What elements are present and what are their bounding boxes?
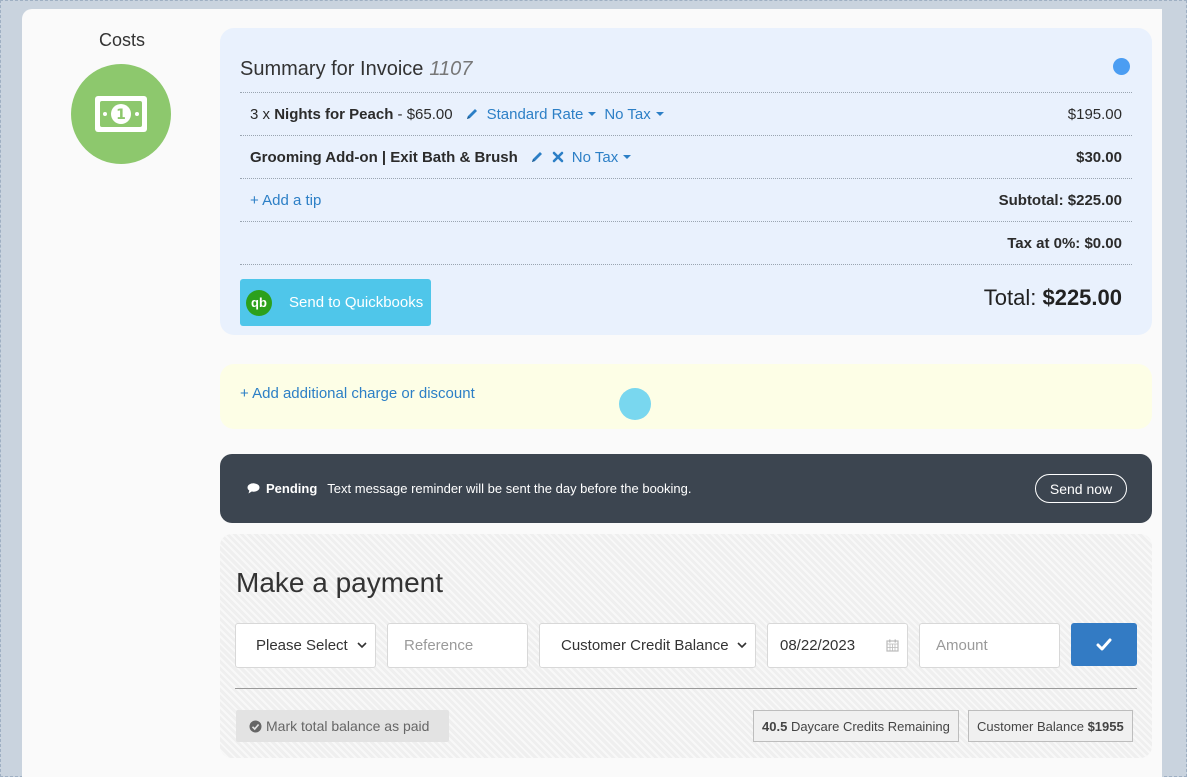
tax-dropdown[interactable]: No Tax <box>571 148 632 166</box>
add-tip-link[interactable]: + Add a tip <box>240 192 321 209</box>
line1-qty: 3 x <box>250 105 271 123</box>
summary-title-text: Summary for Invoice <box>240 58 424 80</box>
comment-icon <box>247 483 260 494</box>
line2-name: Grooming Add-on | Exit Bath & Brush <box>250 148 518 166</box>
svg-text:1: 1 <box>116 107 126 123</box>
chevron-down-icon <box>357 642 367 649</box>
line-item-nights: 3 x Nights for Peach - $65.00 Standard R… <box>240 92 1132 135</box>
tax-dropdown[interactable]: No Tax <box>604 105 664 123</box>
checkmark-icon <box>1096 638 1112 651</box>
rate-dropdown[interactable]: Standard Rate <box>487 106 597 123</box>
summary-title: Summary for Invoice 1107 <box>240 58 472 81</box>
send-to-quickbooks-button[interactable]: qb Send to Quickbooks <box>240 279 431 326</box>
invoice-total: Total: $225.00 <box>984 285 1122 311</box>
payment-method-value: Please Select <box>256 637 348 654</box>
calendar-icon <box>886 639 899 652</box>
remove-x-icon[interactable] <box>552 151 564 163</box>
caret-down-icon <box>588 112 597 116</box>
add-charge-link[interactable]: + Add additional charge or discount <box>240 385 475 402</box>
payment-source-value: Customer Credit Balance <box>561 637 729 654</box>
submit-payment-button[interactable] <box>1071 623 1137 666</box>
line2-amount: $30.00 <box>1076 148 1122 166</box>
payment-source-select[interactable]: Customer Credit Balance <box>539 623 756 668</box>
pending-message: Text message reminder will be sent the d… <box>327 481 692 496</box>
invoice-page: Costs 1 Summary for Invoice 1107 3 x Nigh… <box>22 9 1162 777</box>
reference-placeholder: Reference <box>404 637 474 654</box>
amount-input[interactable]: Amount <box>919 623 1060 668</box>
pending-label: Pending <box>266 481 318 496</box>
invoice-summary-card: Summary for Invoice 1107 3 x Nights for P… <box>220 28 1152 335</box>
rate-dropdown-label: Standard Rate <box>486 105 584 123</box>
send-now-button[interactable]: Send now <box>1035 474 1127 503</box>
costs-title: Costs <box>98 30 145 50</box>
edit-pencil-icon[interactable] <box>465 107 479 121</box>
payment-title: Make a payment <box>236 567 443 598</box>
chevron-down-icon <box>737 642 747 649</box>
credits-value: 40.5 <box>762 718 788 734</box>
customer-balance-badge: Customer Balance $1955 <box>968 710 1133 742</box>
status-dot <box>1113 58 1130 75</box>
payment-method-select[interactable]: Please Select <box>235 623 376 668</box>
quickbooks-logo-icon: qb <box>246 289 272 316</box>
cursor-indicator <box>619 388 651 420</box>
check-circle-icon <box>249 720 262 733</box>
payment-divider <box>235 688 1137 689</box>
payment-date-value: 08/22/2023 <box>780 637 856 654</box>
total-label: Total: <box>983 285 1037 310</box>
tax-row: Tax at 0%: $0.00 <box>240 221 1132 264</box>
payment-panel: Make a payment Please Select Reference C… <box>220 534 1152 758</box>
line1-amount: $195.00 <box>1067 105 1122 123</box>
quickbooks-button-label: Send to Quickbooks <box>289 294 424 311</box>
subtotal: Subtotal: $225.00 <box>998 191 1122 209</box>
mark-paid-button[interactable]: Mark total balance as paid <box>236 710 449 742</box>
summary-divider <box>240 264 1132 265</box>
money-bill-icon: 1 <box>71 64 171 164</box>
tax-dropdown-label: No Tax <box>571 148 619 166</box>
edit-pencil-icon[interactable] <box>530 150 544 164</box>
invoice-number: 1107 <box>429 58 473 80</box>
balance-label: Customer Balance <box>977 718 1084 734</box>
caret-down-icon <box>623 155 632 159</box>
mark-paid-label: Mark total balance as paid <box>266 718 430 734</box>
line1-unit-price: - $65.00 <box>397 105 453 123</box>
caret-down-icon <box>655 112 664 116</box>
tip-subtotal-row: + Add a tip Subtotal: $225.00 <box>240 178 1132 221</box>
reference-input[interactable]: Reference <box>387 623 528 668</box>
payment-date-input[interactable]: 08/22/2023 <box>767 623 908 668</box>
tax-dropdown-label: No Tax <box>604 105 651 123</box>
balance-value: $1955 <box>1087 718 1124 734</box>
add-charge-card: + Add additional charge or discount <box>220 364 1152 429</box>
total-amount: $225.00 <box>1042 285 1122 310</box>
amount-placeholder: Amount <box>936 637 988 654</box>
daycare-credits-badge: 40.5 Daycare Credits Remaining <box>753 710 959 742</box>
line1-name: Nights for Peach <box>274 105 394 123</box>
line-item-grooming: Grooming Add-on | Exit Bath & Brush No T… <box>240 135 1132 178</box>
pending-reminder-bar: Pending Text message reminder will be se… <box>220 454 1152 523</box>
credits-label: Daycare Credits Remaining <box>790 718 950 734</box>
tax-total: Tax at 0%: $0.00 <box>1007 234 1122 252</box>
